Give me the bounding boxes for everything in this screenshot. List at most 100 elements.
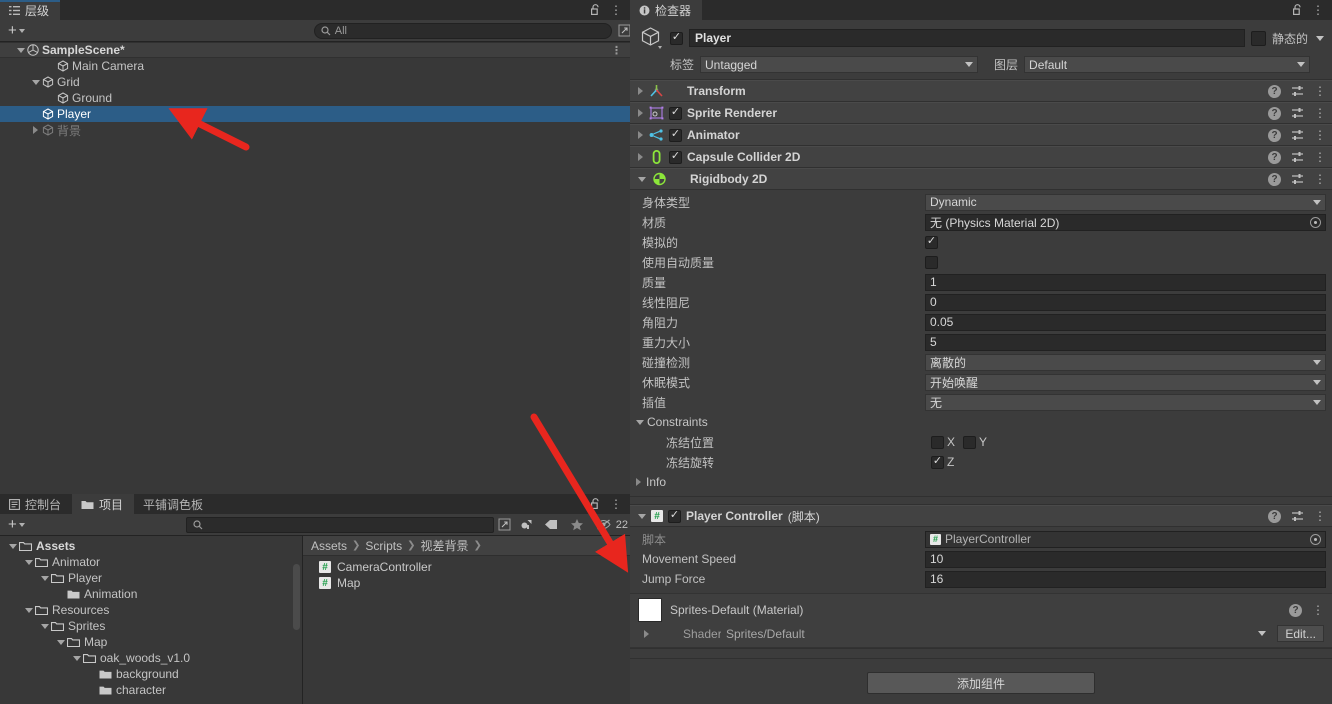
hierarchy-item-samplescene[interactable]: SampleScene* ⋮ — [0, 42, 630, 58]
lock-open-icon[interactable] — [590, 4, 601, 16]
chevron-down-icon[interactable] — [70, 655, 83, 661]
info-foldout[interactable]: Info — [630, 472, 1326, 492]
kebab-menu-icon[interactable]: ⋮ — [610, 4, 622, 16]
help-icon[interactable]: ? — [1268, 150, 1281, 164]
chevron-down-icon[interactable] — [6, 543, 19, 549]
hierarchy-search-input[interactable]: All — [313, 22, 612, 39]
chevron-right-icon[interactable] — [644, 629, 649, 638]
chevron-down-icon[interactable] — [38, 623, 51, 629]
component-header-player-controller[interactable]: # Player Controller (脚本) ? ⋮ — [630, 505, 1332, 527]
kebab-menu-icon[interactable]: ⋮ — [611, 44, 622, 57]
asset-filter-icon[interactable] — [520, 518, 534, 531]
hierarchy-item-item5[interactable]: 背景 — [0, 122, 630, 138]
hidden-packages-icon[interactable] — [596, 518, 611, 531]
preset-icon[interactable] — [1291, 151, 1304, 163]
add-component-button[interactable]: 添加组件 — [867, 672, 1095, 694]
breadcrumb-item[interactable]: Assets — [311, 539, 347, 553]
component-enabled-checkbox[interactable] — [669, 150, 682, 164]
project-tree-item-resources[interactable]: Resources — [0, 602, 302, 618]
static-dropdown-arrow-icon[interactable] — [1316, 35, 1324, 41]
tab-inspector[interactable]: 检查器 — [630, 0, 703, 20]
help-icon[interactable]: ? — [1268, 172, 1281, 186]
angular-drag-input[interactable]: 0.05 — [925, 313, 1326, 331]
object-picker-icon[interactable] — [1310, 533, 1321, 545]
gameobject-name-input[interactable]: Player — [689, 29, 1245, 47]
freeze-rotation-z-checkbox[interactable] — [931, 455, 944, 469]
tab-tile-palette[interactable]: 平铺调色板 — [134, 494, 214, 514]
linear-drag-input[interactable]: 0 — [925, 293, 1326, 311]
project-tree-item-player[interactable]: Player — [0, 570, 302, 586]
project-tree-item-animator[interactable]: Animator — [0, 554, 302, 570]
chevron-down-icon[interactable] — [14, 47, 27, 53]
help-icon[interactable]: ? — [1289, 603, 1302, 617]
hierarchy-item-grid[interactable]: Grid — [0, 74, 630, 90]
movement-speed-input[interactable]: 10 — [925, 550, 1326, 568]
preset-icon[interactable] — [1291, 129, 1304, 141]
preset-icon[interactable] — [1291, 85, 1304, 97]
gravity-scale-input[interactable]: 5 — [925, 333, 1326, 351]
kebab-menu-icon[interactable]: ⋮ — [610, 498, 622, 510]
project-tree-item-animation[interactable]: Animation — [0, 586, 302, 602]
asset-item-map[interactable]: # Map — [303, 575, 630, 591]
label-filter-icon[interactable] — [544, 518, 558, 531]
breadcrumb-item[interactable]: Scripts — [365, 539, 402, 553]
asset-item-cameracontroller[interactable]: # CameraController — [303, 559, 630, 575]
project-tree-item-oak_woods_v1.0[interactable]: oak_woods_v1.0 — [0, 650, 302, 666]
material-object-field[interactable]: 无 (Physics Material 2D) — [925, 213, 1326, 231]
kebab-menu-icon[interactable]: ⋮ — [1312, 4, 1324, 16]
create-gameobject-button[interactable]: + — [4, 22, 29, 39]
edit-shader-button[interactable]: Edit... — [1277, 625, 1324, 642]
gameobject-enabled-checkbox[interactable] — [670, 31, 683, 45]
body-type-dropdown[interactable]: Dynamic — [925, 193, 1326, 211]
kebab-menu-icon[interactable]: ⋮ — [1314, 151, 1326, 163]
component-enabled-checkbox[interactable] — [669, 128, 682, 142]
interpolate-dropdown[interactable]: 无 — [925, 393, 1326, 411]
preset-icon[interactable] — [1291, 173, 1304, 185]
project-tree-item-character[interactable]: character — [0, 682, 302, 698]
object-picker-icon[interactable] — [1310, 216, 1321, 228]
component-header-capsule-collider-2d[interactable]: Capsule Collider 2D? ⋮ — [630, 146, 1332, 168]
chevron-right-icon[interactable] — [29, 126, 42, 134]
chevron-down-icon[interactable] — [22, 607, 35, 613]
project-tree-item-map[interactable]: Map — [0, 634, 302, 650]
kebab-menu-icon[interactable]: ⋮ — [1314, 107, 1326, 119]
help-icon[interactable]: ? — [1268, 509, 1281, 523]
help-icon[interactable]: ? — [1268, 106, 1281, 120]
kebab-menu-icon[interactable]: ⋮ — [1312, 604, 1324, 616]
lock-open-icon[interactable] — [1292, 4, 1303, 16]
chevron-down-icon[interactable] — [29, 79, 42, 85]
help-icon[interactable]: ? — [1268, 128, 1281, 142]
simulated-checkbox[interactable] — [925, 235, 938, 249]
help-icon[interactable]: ? — [1268, 84, 1281, 98]
chevron-down-icon[interactable] — [22, 559, 35, 565]
shader-dropdown[interactable]: Sprites/Default — [721, 625, 1272, 642]
tab-hierarchy[interactable]: 层级 — [0, 0, 61, 20]
tab-console[interactable]: 控制台 — [0, 494, 72, 514]
freeze-position-x-checkbox[interactable] — [931, 435, 944, 449]
create-asset-button[interactable]: + — [4, 516, 29, 533]
player-controller-enabled-checkbox[interactable] — [668, 509, 681, 523]
sleeping-mode-dropdown[interactable]: 开始唤醒 — [925, 373, 1326, 391]
kebab-menu-icon[interactable]: ⋮ — [1314, 129, 1326, 141]
search-expand-icon[interactable] — [498, 518, 511, 531]
hierarchy-item-maincamera[interactable]: Main Camera — [0, 58, 630, 74]
favorite-star-icon[interactable] — [570, 518, 584, 531]
constraints-foldout[interactable]: Constraints — [630, 412, 1326, 432]
layer-dropdown[interactable]: Default — [1024, 56, 1311, 73]
mass-input[interactable]: 1 — [925, 273, 1326, 291]
component-header-rigidbody-2d[interactable]: Rigidbody 2D? ⋮ — [630, 168, 1332, 190]
jump-force-input[interactable]: 16 — [925, 570, 1326, 588]
static-checkbox[interactable] — [1250, 30, 1266, 46]
kebab-menu-icon[interactable]: ⋮ — [1314, 85, 1326, 97]
search-expand-icon[interactable] — [618, 24, 630, 37]
project-tree-item-sprites[interactable]: Sprites — [0, 618, 302, 634]
lock-open-icon[interactable] — [590, 498, 601, 510]
preset-icon[interactable] — [1291, 510, 1304, 522]
auto-mass-checkbox[interactable] — [925, 255, 938, 269]
component-enabled-checkbox[interactable] — [669, 106, 682, 120]
project-tree-item-background[interactable]: background — [0, 666, 302, 682]
script-object-field[interactable]: # PlayerController — [925, 530, 1326, 548]
freeze-position-y-checkbox[interactable] — [963, 435, 977, 449]
collision-detection-dropdown[interactable]: 离散的 — [925, 353, 1326, 371]
kebab-menu-icon[interactable]: ⋮ — [1314, 173, 1326, 185]
